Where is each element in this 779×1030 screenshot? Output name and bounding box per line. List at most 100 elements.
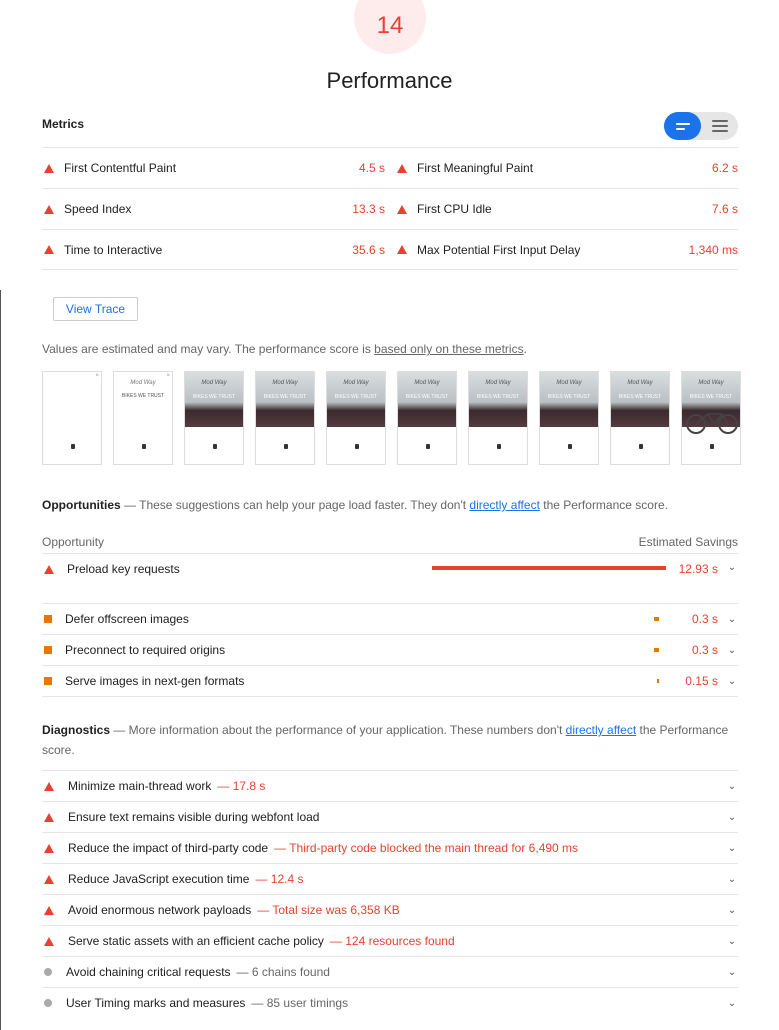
savings-bar — [657, 679, 659, 683]
diagnostic-detail: — 124 resources found — [329, 934, 455, 948]
frame-logo: Mod Way — [556, 380, 582, 386]
opportunity-row[interactable]: Preconnect to required origins 0.3 s ⌄ — [42, 635, 738, 666]
metrics-heading: Metrics — [42, 117, 85, 131]
diagnostic-label: Avoid enormous network payloads — [68, 903, 252, 917]
metric-value: 6.2 s — [711, 161, 738, 175]
diagnostic-label: User Timing marks and measures — [66, 996, 246, 1010]
opportunity-row[interactable]: Defer offscreen images 0.3 s ⌄ — [42, 604, 738, 635]
diagnostics-list: Minimize main-thread work — 17.8 s ⌄ Ensure… — [42, 770, 738, 1018]
filmstrip-frame: ×Mod WayBIKES WE TRUST — [681, 371, 741, 465]
diagnostic-label: Ensure text remains visible during webfo… — [68, 810, 320, 824]
diagnostic-row[interactable]: Reduce the impact of third-party code — T… — [42, 832, 738, 863]
filmstrip-frame: ×Mod WayBIKES WE TRUST — [184, 371, 244, 465]
triangle-icon — [44, 812, 54, 822]
triangle-icon — [44, 163, 54, 173]
diagnostic-row[interactable]: Ensure text remains visible during webfo… — [42, 801, 738, 832]
opportunity-label: Serve images in next-gen formats — [65, 674, 245, 688]
diagnostic-label: Serve static assets with an efficient ca… — [68, 934, 324, 948]
diagnostic-row[interactable]: Serve static assets with an efficient ca… — [42, 925, 738, 956]
chevron-down-icon[interactable]: ⌄ — [726, 676, 738, 687]
savings-column: Estimated Savings — [638, 534, 738, 549]
chevron-down-icon[interactable]: ⌄ — [726, 781, 738, 792]
chevron-down-icon[interactable]: ⌄ — [726, 905, 738, 916]
savings-value: 0.3 s — [691, 643, 718, 657]
diagnostic-row[interactable]: User Timing marks and measures — 85 user … — [42, 987, 738, 1018]
savings-value: 12.93 s — [678, 562, 718, 576]
diagnostics-title: Diagnostics — [42, 723, 111, 737]
savings-value: 0.15 s — [685, 674, 718, 688]
directly-affect-link[interactable]: directly affect — [566, 723, 636, 737]
diagnostic-label: Reduce the impact of third-party code — [68, 841, 269, 855]
left-edge-line — [0, 290, 1, 1030]
diagnostics-header: Diagnostics — More information about the… — [42, 723, 729, 757]
square-icon — [44, 677, 52, 685]
chevron-down-icon[interactable]: ⌄ — [726, 843, 738, 854]
metric-label: Max Potential First Input Delay — [417, 242, 581, 257]
metric-label: First Contentful Paint — [64, 161, 177, 175]
metrics-view-toggle[interactable] — [664, 112, 738, 140]
frame-tagline: BIKES WE TRUST — [263, 394, 307, 400]
metric-label: First Meaningful Paint — [417, 161, 534, 175]
metric-value: 4.5 s — [358, 161, 385, 175]
diagnostic-detail: — 17.8 s — [217, 779, 266, 793]
opportunities-title: Opportunities — [42, 498, 121, 512]
circle-icon — [44, 968, 52, 976]
diagnostic-row[interactable]: Avoid enormous network payloads — Total s… — [42, 894, 738, 925]
diagnostic-detail: — 85 user timings — [251, 996, 349, 1010]
metric: Speed Index 13.3 s — [42, 189, 385, 229]
diagnostic-row[interactable]: Minimize main-thread work — 17.8 s ⌄ — [42, 770, 738, 801]
triangle-icon — [44, 245, 54, 254]
filmstrip: ××Mod WayBIKES WE TRUST×Mod WayBIKES WE … — [42, 371, 741, 465]
metric-row: Speed Index 13.3 s First CPU Idle 7.6 s — [42, 188, 738, 229]
metric-value: 7.6 s — [711, 202, 738, 216]
diagnostic-detail: — 6 chains found — [236, 965, 330, 979]
diagnostic-detail: — Third-party code blocked the main thre… — [274, 841, 579, 855]
chevron-down-icon[interactable]: ⌄ — [726, 812, 738, 823]
opportunity-row[interactable]: Preload key requests 12.93 s ⌄ — [42, 554, 738, 604]
metric: Max Potential First Input Delay 1,340 ms — [395, 230, 738, 269]
frame-dot — [639, 444, 643, 449]
triangle-icon — [44, 565, 54, 574]
expanded-view-button[interactable] — [701, 112, 738, 140]
filmstrip-frame: ×Mod WayBIKES WE TRUST — [255, 371, 315, 465]
square-icon — [44, 615, 52, 623]
frame-tagline: BIKES WE TRUST — [121, 393, 165, 399]
frame-logo: Mod Way — [485, 380, 511, 386]
frame-logo: Mod Way — [627, 380, 653, 386]
chevron-down-icon[interactable]: ⌄ — [726, 998, 738, 1009]
triangle-icon — [44, 936, 54, 946]
chevron-down-icon[interactable]: ⌄ — [726, 967, 738, 978]
filmstrip-frame: ×Mod WayBIKES WE TRUST — [113, 371, 173, 465]
filmstrip-frame: × — [42, 371, 102, 465]
frame-dot — [213, 444, 217, 449]
frame-tagline: BIKES WE TRUST — [405, 394, 449, 400]
savings-bar — [432, 566, 666, 570]
chevron-down-icon[interactable]: ⌄ — [726, 645, 738, 656]
opportunity-row[interactable]: Serve images in next-gen formats 0.15 s … — [42, 666, 738, 697]
chevron-down-icon[interactable]: ⌄ — [726, 562, 738, 573]
frame-dot — [710, 444, 714, 449]
filmstrip-frame: ×Mod WayBIKES WE TRUST — [468, 371, 528, 465]
score-gauge: 14 — [354, 0, 426, 54]
frame-dot — [284, 444, 288, 449]
diagnostic-row[interactable]: Avoid chaining critical requests — 6 chai… — [42, 956, 738, 987]
opportunity-label: Defer offscreen images — [65, 612, 189, 626]
chevron-down-icon[interactable]: ⌄ — [726, 936, 738, 947]
score-metrics-link[interactable]: based only on these metrics — [374, 342, 523, 356]
compact-view-button[interactable] — [664, 112, 701, 140]
filmstrip-frame: ×Mod WayBIKES WE TRUST — [397, 371, 457, 465]
metric-label: First CPU Idle — [417, 202, 492, 216]
metric: Time to Interactive 35.6 s — [42, 230, 385, 269]
directly-affect-link[interactable]: directly affect — [469, 498, 539, 512]
view-trace-button[interactable]: View Trace — [53, 297, 138, 321]
chevron-down-icon[interactable]: ⌄ — [726, 874, 738, 885]
diagnostic-row[interactable]: Reduce JavaScript execution time — 12.4 s… — [42, 863, 738, 894]
frame-tagline: BIKES WE TRUST — [476, 394, 520, 400]
frame-logo: Mod Way — [698, 380, 724, 386]
diagnostic-detail: — 12.4 s — [255, 872, 304, 886]
opportunity-label: Preload key requests — [67, 562, 180, 576]
chevron-down-icon[interactable]: ⌄ — [726, 614, 738, 625]
frame-dot — [497, 444, 501, 449]
estimate-note: Values are estimated and may vary. The p… — [42, 342, 527, 356]
score-value: 14 — [376, 12, 404, 39]
